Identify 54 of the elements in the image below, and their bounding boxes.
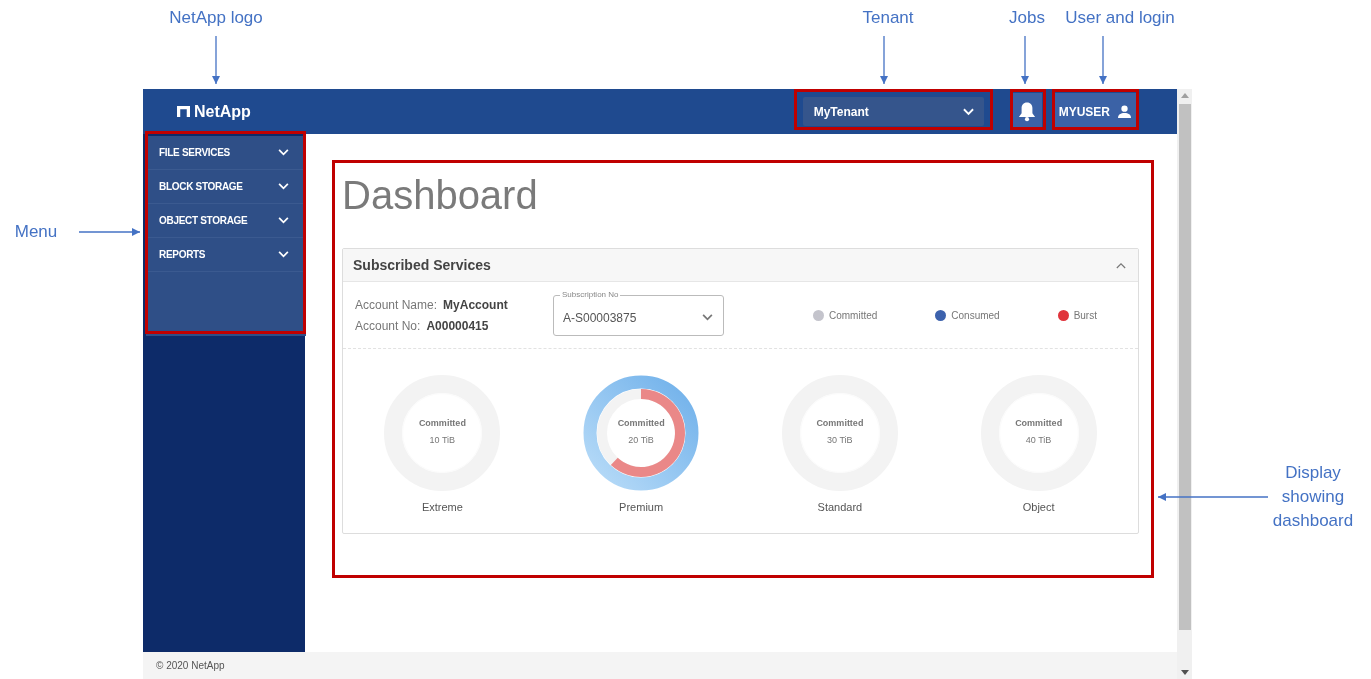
user-icon [1118,105,1131,118]
highlight-frame [1010,89,1046,130]
annotation-label: Jobs [1008,7,1046,29]
floating-label: Subscription No [560,289,621,299]
field-value: A00000415 [426,318,489,333]
field-value: MyAccount [443,297,508,312]
service-label: Extreme [421,501,463,513]
callout-arrow [1099,35,1107,85]
menu-item[interactable]: FILE SERVICES [146,136,306,170]
chart-value: 30 TiB [827,435,853,445]
bell-icon [1017,101,1036,122]
copyright-text: © 2020 NetApp [156,660,225,671]
legend-label: Consumed [951,309,1000,321]
scrollbar[interactable] [1177,89,1192,679]
chart-value: 40 TiB [1025,435,1052,445]
chevron-down-icon [278,217,289,224]
annotation-label: Menu [13,221,59,243]
page-title: Dashboard [342,174,539,216]
callout-arrow [78,228,141,236]
card-header[interactable]: Subscribed Services [343,249,1138,282]
annotation-label: NetApp logo [168,7,264,29]
logo-text: NetApp [194,102,251,121]
logo-icon [177,106,190,117]
menu-item[interactable]: BLOCK STORAGE [146,170,306,204]
service-label: Standard [817,501,863,513]
chevron-down-icon [278,251,289,258]
chevron-down-icon [702,314,713,321]
chart-caption: Committed [1015,418,1063,428]
service-label: Object [1022,501,1055,513]
chart-caption: Committed [617,418,665,428]
chevron-down-icon [278,149,289,156]
annotation-label: Display showing dashboard [1271,462,1355,532]
chart-caption: Committed [418,418,466,428]
chart-value: 20 TiB [628,435,654,445]
legend-label: Committed [829,309,878,321]
callout-arrow [212,35,220,85]
chevron-down-icon [278,183,289,190]
annotation-label: User and login [1064,7,1176,29]
callout-arrow [1021,35,1029,85]
callout-arrow [880,35,888,85]
scroll-thumb[interactable] [1178,104,1191,630]
chart-value: 10 TiB [429,435,456,445]
field-label: Account No: [355,318,421,333]
field-label: Account Name: [355,297,438,312]
service-label: Premium [619,501,664,513]
annotation-label: Tenant [861,7,915,29]
scroll-up-icon[interactable] [1180,93,1189,98]
scroll-down-icon[interactable] [1180,670,1189,675]
chevron-down-icon [962,107,974,116]
chart-caption: Committed [816,418,864,428]
menu-item[interactable]: REPORTS [146,238,306,272]
tenant-dropdown[interactable]: MyTenant [802,97,984,126]
legend-label: Burst [1073,309,1097,321]
menu-item[interactable]: OBJECT STORAGE [146,204,306,238]
